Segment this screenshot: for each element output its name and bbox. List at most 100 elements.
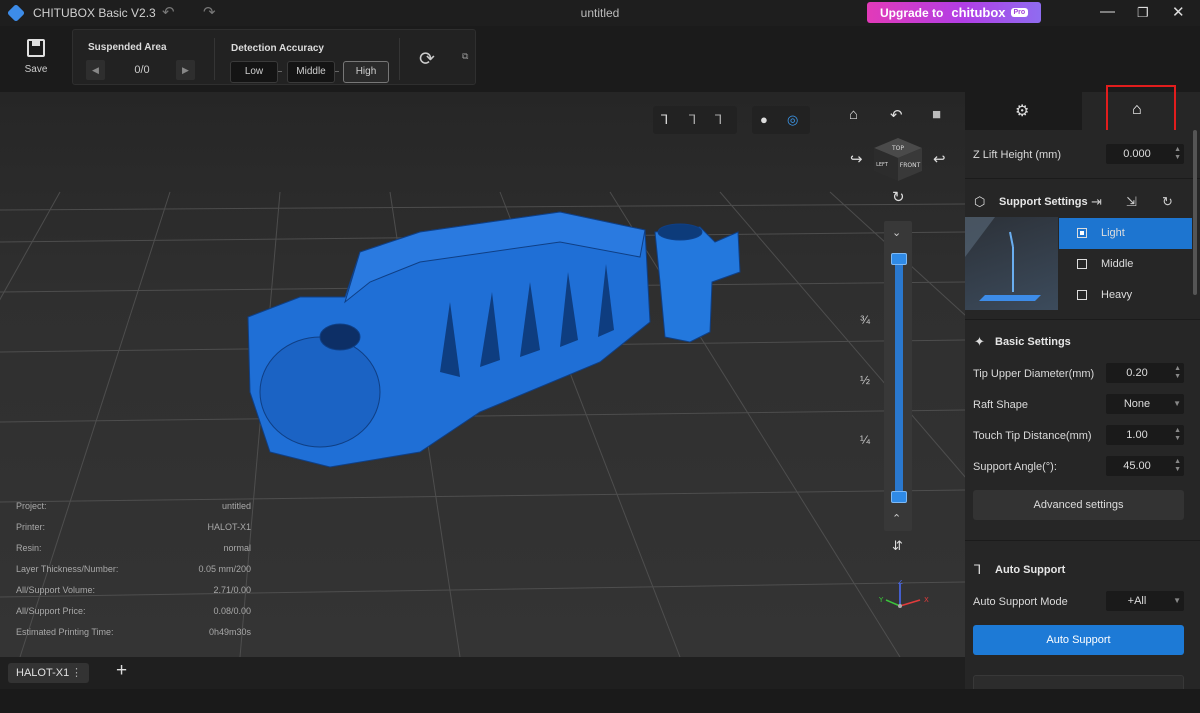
tip-upper-input[interactable]: 0.20 ▲ ▼ (1106, 363, 1184, 383)
info-key: Project: (16, 501, 47, 511)
cube-top-label: TOP (891, 145, 904, 152)
info-key: Resin: (16, 543, 42, 553)
support-angle-value: 45.00 (1123, 460, 1151, 472)
support-tip-icon[interactable]: ⅂ (715, 112, 722, 128)
advanced-settings-button[interactable]: Advanced settings (973, 490, 1184, 520)
z-lift-input[interactable]: 0.000 ▲ ▼ (1106, 144, 1184, 164)
chevron-down-icon: ▼ (1173, 399, 1181, 408)
close-icon[interactable]: ✕ (1172, 3, 1185, 21)
previous-area-button[interactable]: ◀ (86, 60, 105, 80)
info-row: Resin: normal (16, 543, 251, 557)
save-button[interactable]: Save (18, 39, 54, 75)
collapse-icon[interactable]: ⧉ (462, 51, 468, 62)
minimize-icon[interactable]: — (1100, 3, 1115, 20)
app-logo-icon (6, 3, 26, 23)
level-label: Heavy (1101, 289, 1133, 301)
auto-mode-select[interactable]: +All ▼ (1106, 591, 1184, 611)
info-key: Layer Thickness/Number: (16, 564, 119, 574)
accuracy-link (278, 71, 282, 72)
3d-viewport[interactable]: ⅂ ⅂ ⅂ ● ◎ ⌂ ↶ ■ ↪ ↩ ↻ TOP LEFT FRONT ⌄ ¾… (0, 92, 965, 657)
support-preview-image (965, 217, 1058, 310)
info-row: Estimated Printing Time: 0h49m30s (16, 627, 251, 641)
3d-model (247, 211, 741, 468)
support-level-heavy[interactable]: Heavy (1059, 280, 1192, 311)
chevron-up-icon[interactable]: ⌃ (892, 512, 901, 525)
upgrade-button[interactable]: Upgrade to chitubox Pro (867, 2, 1041, 23)
support-view-icon[interactable]: ⅂ (661, 112, 668, 128)
reset-icon[interactable]: ↻ (1162, 194, 1173, 210)
fraction-half: ½ (860, 373, 871, 387)
divider (965, 178, 1200, 179)
z-lift-value: 0.000 (1123, 148, 1151, 160)
spin-icon[interactable]: ▲ ▼ (1174, 458, 1181, 474)
magic-wand-icon: ✦ (974, 334, 985, 349)
info-key: Estimated Printing Time: (16, 627, 114, 637)
fraction-three-quarters: ¾ (860, 313, 871, 327)
svg-text:X: X (924, 596, 929, 604)
radio-icon (1077, 259, 1087, 269)
printer-tab-bar: HALOT-X1 ⋮ + (0, 657, 965, 689)
slider-top-handle[interactable] (891, 253, 907, 265)
touch-tip-value: 1.00 (1126, 429, 1148, 441)
chevron-down-icon[interactable]: ⌄ (892, 226, 901, 239)
level-label: Light (1101, 227, 1125, 239)
tab-print-settings[interactable]: ⚙ (965, 92, 1082, 130)
info-value: normal (223, 543, 251, 553)
home-icon[interactable]: ⌂ (849, 106, 858, 123)
svg-text:Y: Y (878, 596, 884, 604)
layer-jump-icon[interactable]: ⇵ (892, 538, 903, 554)
rotate-icon[interactable]: ↶ (890, 106, 903, 124)
support-angle-input[interactable]: 45.00 ▲ ▼ (1106, 456, 1184, 476)
accuracy-high-button[interactable]: High (343, 61, 389, 83)
touch-tip-label: Touch Tip Distance(mm) (973, 430, 1092, 442)
maximize-icon[interactable]: ❐ (1137, 5, 1149, 21)
app-title: CHITUBOX Basic V2.3 (33, 6, 156, 20)
tip-upper-label: Tip Upper Diameter(mm) (973, 368, 1095, 380)
spin-icon[interactable]: ▲ ▼ (1174, 427, 1181, 443)
auto-support-button[interactable]: Auto Support (973, 625, 1184, 655)
info-value: 0.05 mm/200 (198, 564, 251, 574)
info-value: 2.71/0.00 (213, 585, 251, 595)
next-area-button[interactable]: ▶ (176, 60, 195, 80)
raft-shape-label: Raft Shape (973, 399, 1029, 411)
refresh-icon[interactable]: ⟳ (419, 48, 435, 71)
panel-scrollbar[interactable] (1193, 130, 1197, 295)
svg-text:Z: Z (898, 580, 903, 586)
rotate-down-icon[interactable]: ↻ (892, 188, 905, 206)
spin-icon[interactable]: ▲ ▼ (1174, 146, 1181, 162)
raft-shape-select[interactable]: None ▼ (1106, 394, 1184, 414)
divider (965, 319, 1200, 320)
printer-tab[interactable]: HALOT-X1 ⋮ (8, 663, 89, 683)
import-icon[interactable]: ⇥ (1091, 194, 1102, 210)
render-mode-group: ● ◎ (752, 106, 810, 134)
detection-panel: Suspended Area ◀ 0/0 ▶ Detection Accurac… (72, 29, 476, 85)
accuracy-middle-button[interactable]: Middle (287, 61, 335, 83)
rotate-right-icon[interactable]: ↩ (933, 150, 946, 168)
rotate-left-icon[interactable]: ↪ (850, 150, 863, 168)
export-icon[interactable]: ⇲ (1126, 194, 1137, 210)
redo-icon[interactable]: ↷ (203, 3, 216, 21)
solid-view-icon[interactable]: ● (760, 112, 768, 127)
z-lift-label: Z Lift Height (mm) (973, 149, 1062, 161)
spin-icon[interactable]: ▲ ▼ (1174, 365, 1181, 381)
accuracy-low-button[interactable]: Low (230, 61, 278, 83)
undo-icon[interactable]: ↶ (162, 3, 175, 21)
add-tab-icon[interactable]: + (116, 660, 127, 682)
touch-tip-input[interactable]: 1.00 ▲ ▼ (1106, 425, 1184, 445)
cube-icon[interactable]: ■ (932, 106, 941, 123)
info-value: 0h49m30s (208, 627, 251, 637)
support-level-middle[interactable]: Middle (1059, 249, 1192, 280)
layer-slider-track[interactable] (895, 257, 903, 499)
info-key: All/Support Volume: (16, 585, 96, 595)
more-vert-icon[interactable]: ⋮ (71, 663, 82, 683)
xray-view-icon[interactable]: ◎ (787, 112, 798, 128)
support-level-light[interactable]: Light (1059, 218, 1192, 249)
slider-bottom-handle[interactable] (891, 491, 907, 503)
info-value: 0.08/0.00 (213, 606, 251, 616)
navigation-cube[interactable]: TOP LEFT FRONT (872, 136, 924, 182)
status-bar (0, 689, 1200, 713)
support-settings-icon: ⬡ (974, 194, 986, 209)
title-bar: CHITUBOX Basic V2.3 ↶ ↷ untitled Upgrade… (0, 0, 1200, 26)
support-edit-icon[interactable]: ⅂ (689, 112, 696, 128)
auto-support-icon: ⅂ (974, 562, 982, 577)
